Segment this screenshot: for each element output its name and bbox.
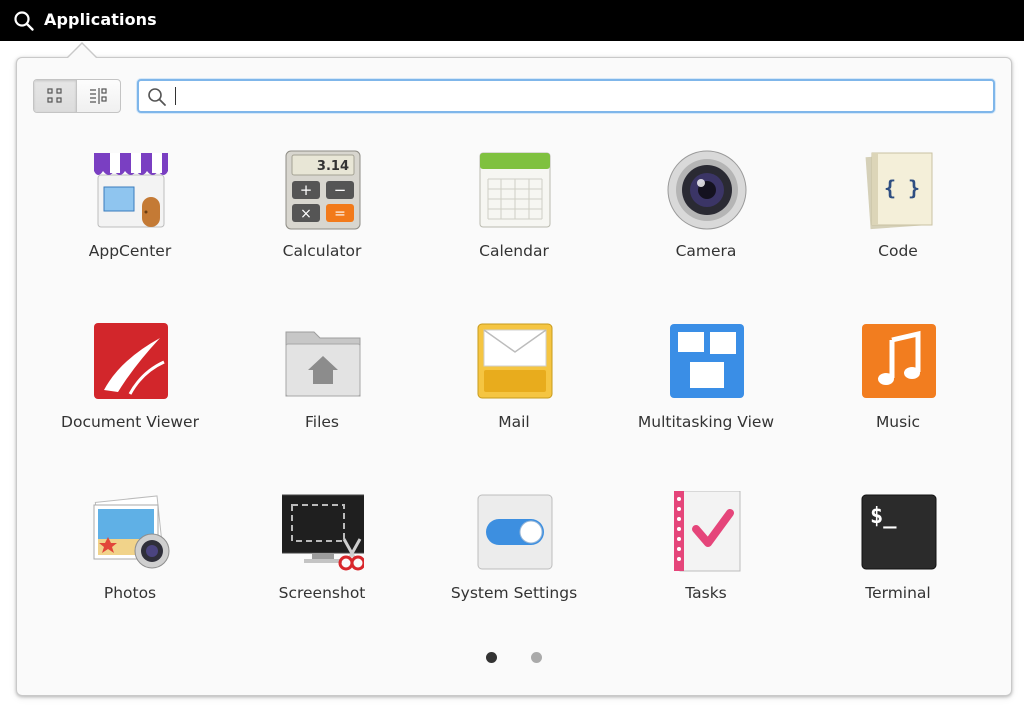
terminal-prompt: $_ bbox=[870, 504, 897, 529]
app-label: Terminal bbox=[865, 584, 931, 602]
app-label: Screenshot bbox=[278, 584, 366, 602]
calendar-icon bbox=[479, 152, 551, 228]
search-icon[interactable] bbox=[13, 10, 35, 32]
files-icon bbox=[285, 331, 361, 397]
app-label: Calendar bbox=[479, 242, 549, 260]
popover-arrow-inner bbox=[67, 44, 97, 59]
app-appcenter[interactable]: AppCenter bbox=[40, 149, 220, 299]
calculator-display: 3.14 bbox=[317, 159, 349, 174]
camera-icon bbox=[667, 150, 747, 230]
calculator-icon: + − × = 3.14 bbox=[285, 150, 361, 230]
applications-menu-button[interactable]: Applications bbox=[44, 10, 157, 29]
page-dot-1[interactable] bbox=[486, 652, 497, 663]
app-mail[interactable]: Mail bbox=[424, 320, 604, 470]
app-system-settings[interactable]: System Settings bbox=[424, 491, 604, 641]
app-music[interactable]: Music bbox=[808, 320, 988, 470]
grid-view-icon bbox=[47, 88, 62, 103]
app-label: Multitasking View bbox=[637, 413, 775, 431]
grid-view-button[interactable] bbox=[34, 80, 78, 112]
document-viewer-icon bbox=[94, 323, 168, 399]
app-label: Calculator bbox=[282, 242, 362, 260]
app-label: Document Viewer bbox=[61, 413, 199, 431]
app-calendar[interactable]: Calendar bbox=[424, 149, 604, 299]
page-indicator bbox=[486, 652, 542, 663]
terminal-icon: $_ bbox=[861, 494, 937, 570]
code-glyph: { } bbox=[884, 176, 920, 200]
mail-icon bbox=[477, 323, 553, 399]
tasks-icon bbox=[674, 491, 741, 572]
app-document-viewer[interactable]: Document Viewer bbox=[40, 320, 220, 470]
view-switcher bbox=[33, 79, 121, 113]
svg-text:+: + bbox=[300, 181, 313, 199]
search-icon bbox=[148, 88, 166, 106]
app-label: Files bbox=[304, 413, 339, 431]
app-calculator[interactable]: + − × = 3.14 Calculator bbox=[232, 149, 412, 299]
app-label: Photos bbox=[103, 584, 157, 602]
svg-text:−: − bbox=[334, 181, 347, 199]
photos-icon bbox=[93, 495, 170, 569]
app-label: Music bbox=[875, 413, 921, 431]
app-label: Code bbox=[878, 242, 918, 260]
app-label: Tasks bbox=[685, 584, 727, 602]
music-icon bbox=[862, 324, 936, 398]
app-tasks[interactable]: Tasks bbox=[616, 491, 796, 641]
svg-text:×: × bbox=[300, 206, 312, 222]
search-field[interactable] bbox=[137, 79, 995, 113]
app-multitasking-view[interactable]: Multitasking View bbox=[616, 320, 796, 470]
app-label: System Settings bbox=[450, 584, 578, 602]
category-view-button[interactable] bbox=[77, 80, 120, 112]
app-screenshot[interactable]: Screenshot bbox=[232, 491, 412, 641]
text-caret bbox=[175, 87, 176, 105]
system-settings-icon bbox=[477, 494, 553, 570]
page-dot-2[interactable] bbox=[531, 652, 542, 663]
screenshot-icon bbox=[282, 494, 364, 571]
search-input[interactable] bbox=[173, 85, 983, 107]
multitasking-view-icon bbox=[670, 324, 744, 398]
app-camera[interactable]: Camera bbox=[616, 149, 796, 299]
app-terminal[interactable]: $_ Terminal bbox=[808, 491, 988, 641]
top-panel: Applications bbox=[0, 0, 1024, 41]
svg-text:=: = bbox=[334, 206, 346, 222]
appcenter-icon bbox=[94, 153, 168, 228]
app-files[interactable]: Files bbox=[232, 320, 412, 470]
code-icon: { } bbox=[865, 152, 933, 230]
app-label: AppCenter bbox=[88, 242, 172, 260]
app-label: Mail bbox=[498, 413, 530, 431]
category-view-icon bbox=[89, 88, 107, 104]
app-photos[interactable]: Photos bbox=[40, 491, 220, 641]
app-label: Camera bbox=[675, 242, 737, 260]
app-code[interactable]: { } Code bbox=[808, 149, 988, 299]
